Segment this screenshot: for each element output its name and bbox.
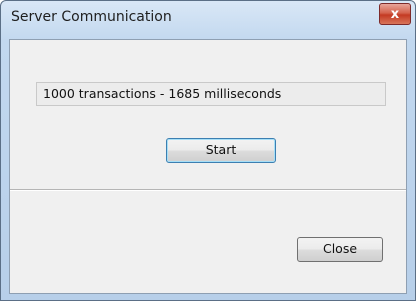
result-field: 1000 transactions - 1685 milliseconds: [36, 82, 386, 106]
title-bar[interactable]: Server Communication x: [1, 1, 415, 39]
dialog-content: 1000 transactions - 1685 milliseconds St…: [9, 39, 407, 294]
window-title: Server Communication: [11, 9, 172, 25]
dialog-window: Server Communication x 1000 transactions…: [0, 0, 416, 301]
close-button[interactable]: Close: [297, 237, 383, 262]
separator: [10, 189, 406, 191]
start-button[interactable]: Start: [166, 138, 276, 163]
close-icon: x: [390, 7, 400, 22]
window-close-button[interactable]: x: [379, 3, 411, 25]
